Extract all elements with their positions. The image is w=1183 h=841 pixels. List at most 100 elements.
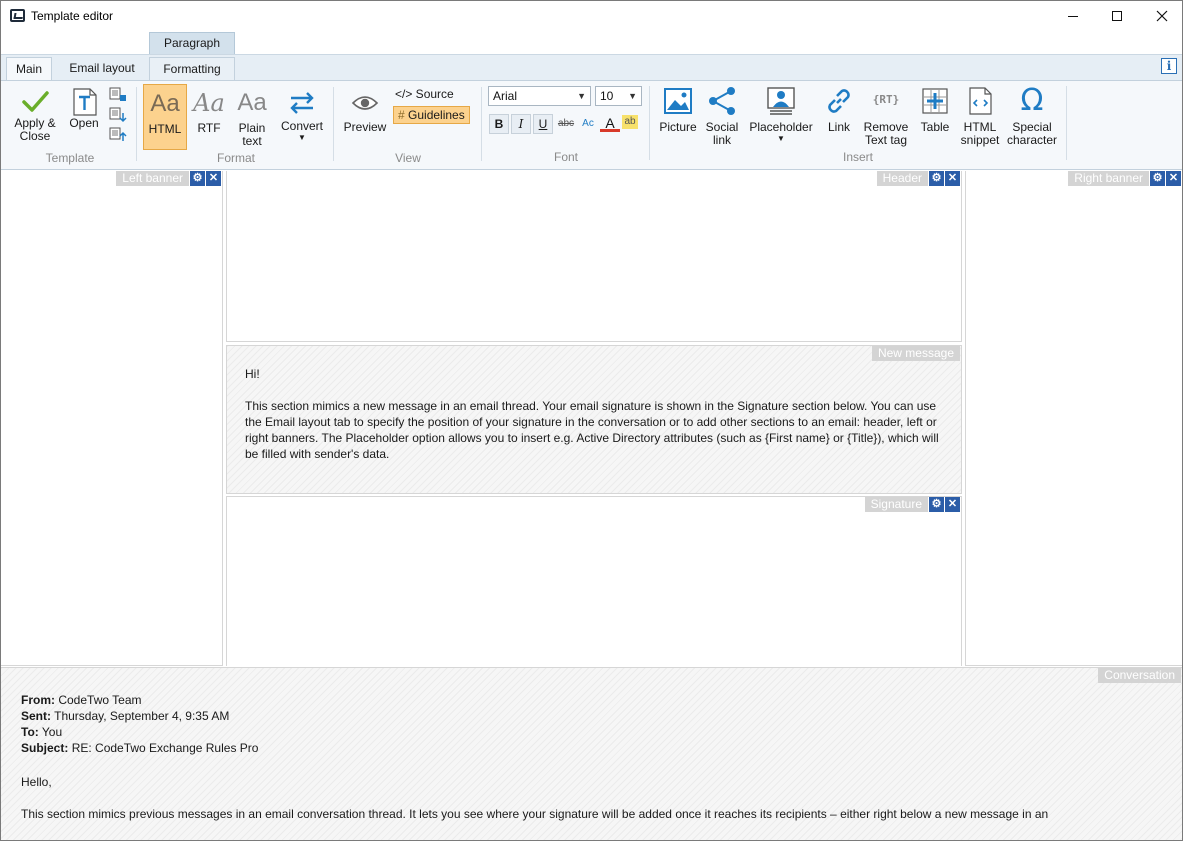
header-tools: ⚙ ✕ [929, 171, 960, 186]
import-template-icon[interactable] [109, 127, 127, 143]
chevron-down-icon: ▼ [577, 91, 586, 101]
change-case-button[interactable]: Ac [578, 114, 598, 134]
font-group-label: Font [553, 150, 578, 164]
minimize-button[interactable] [1050, 1, 1096, 31]
insert-placeholder-button[interactable]: Placeholder ▼ [747, 86, 815, 144]
minimize-icon [1068, 15, 1078, 17]
from-label: From: [21, 693, 55, 707]
new-message-label: New message [871, 346, 960, 361]
font-color-button[interactable]: A [600, 114, 620, 132]
conversation-zone[interactable]: Conversation From: CodeTwo Team Sent: Th… [1, 667, 1182, 840]
tab-formatting[interactable]: Formatting [149, 57, 235, 81]
new-message-zone[interactable]: New message Hi! This section mimics a ne… [226, 345, 962, 494]
rtf-label: RTF [197, 121, 221, 135]
remove-section-icon[interactable]: ✕ [945, 497, 960, 512]
close-button[interactable] [1139, 1, 1182, 31]
apply-close-button[interactable]: Apply & Close [9, 87, 61, 143]
font-size-select[interactable]: 10 ▼ [595, 86, 642, 106]
export-template-icon[interactable] [109, 107, 127, 123]
new-message-body: This section mimics a new message in an … [245, 399, 939, 461]
source-button[interactable]: </> Source [395, 87, 454, 101]
share-icon [709, 87, 735, 115]
html-format-icon: Aa [150, 90, 180, 117]
eye-icon [351, 96, 379, 110]
conversation-body: This section mimics previous messages in… [21, 807, 1049, 821]
grid-icon: # [398, 108, 405, 122]
insert-html-snippet-button[interactable]: HTML snippet [957, 86, 1003, 147]
info-button[interactable]: i [1161, 58, 1177, 74]
table-icon [922, 88, 948, 114]
preview-button[interactable]: Preview [341, 91, 389, 134]
convert-label: Convert [280, 119, 324, 133]
sent-value: Thursday, September 4, 9:35 AM [54, 709, 230, 723]
highlight-color-button[interactable]: ab [622, 115, 638, 129]
link-icon [828, 89, 850, 113]
guidelines-button[interactable]: # Guidelines [393, 106, 470, 124]
from-line: From: CodeTwo Team [21, 692, 1161, 708]
convert-arrows-icon [290, 92, 314, 114]
format-group-label: Format [216, 151, 255, 165]
insert-special-character-button[interactable]: Ω Special character [1006, 86, 1058, 147]
separator [333, 87, 334, 161]
remove-text-tag-button[interactable]: {RT} Remove Text tag [861, 86, 911, 147]
rtf-format-button[interactable]: Aa RTF [190, 90, 228, 135]
open-button[interactable]: Open [65, 87, 103, 130]
underline-button[interactable]: U [533, 114, 553, 134]
settings-gear-icon[interactable]: ⚙ [929, 497, 944, 512]
preview-label: Preview [343, 120, 387, 134]
maximize-button[interactable] [1094, 1, 1140, 31]
font-size-value: 10 [600, 89, 614, 103]
right-banner-tools: ⚙ ✕ [1150, 171, 1181, 186]
settings-gear-icon[interactable]: ⚙ [929, 171, 944, 186]
signature-zone[interactable]: Signature ⚙ ✕ [226, 496, 962, 666]
sent-line: Sent: Thursday, September 4, 9:35 AM [21, 708, 1161, 724]
chevron-down-icon: ▼ [628, 91, 637, 101]
tab-email-layout[interactable]: Email layout [61, 57, 143, 81]
insert-social-link-button[interactable]: Social link [702, 86, 742, 147]
separator [649, 86, 650, 160]
remove-section-icon[interactable]: ✕ [1166, 171, 1181, 186]
omega-icon: Ω [1020, 83, 1044, 118]
settings-gear-icon[interactable]: ⚙ [1150, 171, 1165, 186]
remove-section-icon[interactable]: ✕ [206, 171, 221, 186]
subject-label: Subject: [21, 741, 69, 755]
tab-main[interactable]: Main [6, 57, 52, 81]
social-link-label-2: link [712, 133, 731, 147]
right-banner-label: Right banner [1068, 171, 1149, 186]
app-logo-icon [10, 9, 25, 22]
insert-group-label: Insert [842, 150, 873, 164]
html-snippet-label-2: snippet [960, 133, 1000, 147]
remove-tag-icon: {RT} [872, 93, 900, 106]
strikethrough-button[interactable]: abc [556, 114, 576, 134]
link-label: Link [827, 120, 850, 134]
insert-picture-button[interactable]: Picture [656, 86, 700, 134]
left-banner-zone[interactable]: Left banner ⚙ ✕ [1, 171, 223, 666]
plain-text-format-button[interactable]: Aa Plain text [233, 90, 271, 148]
convert-button[interactable]: Convert ▼ [277, 89, 327, 143]
placeholder-user-icon [767, 87, 795, 115]
separator [481, 87, 482, 161]
html-format-button[interactable]: Aa HTML [143, 84, 187, 150]
right-banner-zone[interactable]: Right banner ⚙ ✕ [965, 171, 1182, 666]
italic-button[interactable]: I [511, 114, 531, 134]
new-message-greeting: Hi! [245, 367, 260, 381]
header-label: Header [876, 171, 928, 186]
save-template-icon[interactable] [109, 87, 127, 103]
plain-text-label-2: text [242, 134, 262, 148]
rt-glyph: RT [879, 93, 893, 106]
rtf-format-icon: Aa [193, 89, 225, 117]
insert-link-button[interactable]: Link [821, 86, 857, 134]
view-group-label: View [395, 151, 421, 165]
sent-label: Sent: [21, 709, 51, 723]
bold-button[interactable]: B [489, 114, 509, 134]
header-zone[interactable]: Header ⚙ ✕ [226, 171, 962, 342]
settings-gear-icon[interactable]: ⚙ [190, 171, 205, 186]
convert-dropdown-icon: ▼ [298, 133, 306, 142]
to-value: You [41, 725, 63, 739]
left-banner-tools: ⚙ ✕ [190, 171, 221, 186]
remove-section-icon[interactable]: ✕ [945, 171, 960, 186]
special-character-label-2: character [1006, 133, 1058, 147]
font-family-select[interactable]: Arial ▼ [488, 86, 591, 106]
insert-table-button[interactable]: Table [915, 86, 955, 134]
placeholder-dropdown-icon: ▼ [777, 134, 785, 143]
